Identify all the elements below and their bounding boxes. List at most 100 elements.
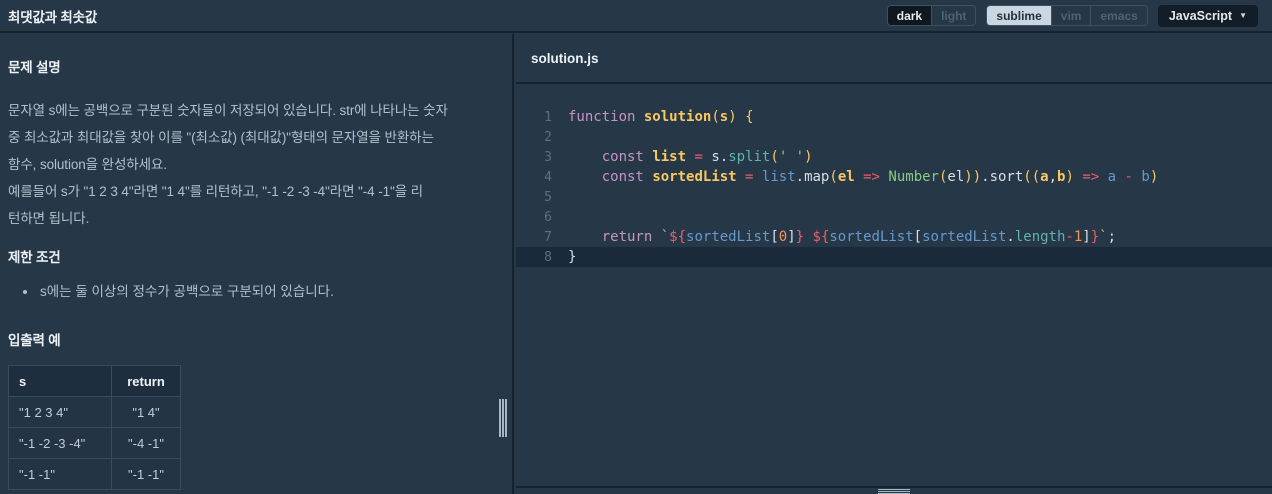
code-token: ) (1065, 169, 1074, 185)
splitter-bar (502, 399, 504, 437)
code-token: - (1124, 169, 1133, 185)
code-token: => (1082, 169, 1100, 185)
line-number: 1 (544, 110, 552, 125)
table-row: "1 2 3 4" "1 4" (8, 396, 181, 428)
code-token: split (728, 149, 771, 165)
table-cell: "-1 -1" (8, 458, 112, 490)
code-token: function (568, 109, 636, 125)
page-title: 최댓값과 최솟값 (8, 9, 98, 25)
section-title-io-examples: 입출력 예 (8, 333, 61, 348)
io-table-header-return: return (111, 365, 181, 397)
bottom-splitter-handle[interactable] (516, 486, 1272, 494)
editor-panel: solution.js 1 function solution(s) {2 3 co… (516, 34, 1272, 494)
language-dropdown-label: JavaScript (1168, 8, 1233, 23)
code-token: ] (1082, 229, 1091, 245)
code-line-7: 7 return `${sortedList[0]} ${sortedList[… (516, 227, 1272, 247)
constraints-list: s에는 둘 이상의 정수가 공백으로 구분되어 있습니다. (38, 282, 494, 302)
code-line-2: 2 (516, 127, 1272, 147)
theme-option-light[interactable]: light (932, 6, 975, 25)
code-token: ) (1149, 169, 1159, 185)
code-token: ${ (812, 229, 830, 245)
code-token: ] (787, 229, 796, 245)
code-editor[interactable]: 1 function solution(s) {2 3 const list = s… (516, 84, 1272, 486)
code-token: sortedList (922, 229, 1007, 245)
topbar-controls: dark light sublime vim emacs JavaScript ▼ (886, 4, 1258, 27)
code-token: => (863, 169, 880, 185)
code-token: } (1090, 229, 1100, 245)
section-title-description: 문제 설명 (8, 60, 61, 75)
splitter-bar (878, 489, 910, 490)
keymap-option-sublime[interactable]: sublime (987, 6, 1052, 25)
table-cell: "-1 -2 -3 -4" (8, 427, 112, 459)
code-line-6: 6 (516, 207, 1272, 227)
code-token: . (981, 169, 990, 185)
theme-option-dark[interactable]: dark (887, 6, 933, 25)
splitter-bar (505, 399, 507, 437)
problem-panel: 문제 설명 문자열 s에는 공백으로 구분된 숫자들이 저장되어 있습니다. s… (0, 34, 514, 494)
code-token: el (837, 169, 855, 185)
table-cell: "1 2 3 4" (8, 396, 112, 428)
code-token: ` (660, 229, 670, 245)
line-number: 7 (544, 230, 552, 245)
editor-header: solution.js (516, 34, 1272, 84)
splitter-bar (499, 399, 501, 437)
code-token: . (719, 149, 729, 165)
code-token: solution (643, 109, 712, 125)
code-token: b (1141, 169, 1150, 185)
code-token: const (601, 169, 644, 185)
code-line-1: 1 function solution(s) { (516, 107, 1272, 127)
code-token: sortedList (829, 229, 914, 245)
code-token: ; (1107, 229, 1117, 245)
line-number: 3 (544, 150, 552, 165)
code-token: } (568, 249, 577, 265)
code-token: 0 (778, 229, 788, 245)
line-number: 4 (544, 170, 552, 185)
keymap-option-emacs[interactable]: emacs (1091, 6, 1146, 25)
line-number: 2 (544, 130, 552, 145)
splitter-bar (878, 491, 910, 492)
code-token: list (652, 149, 687, 165)
code-token: ) (804, 149, 813, 165)
io-examples-table: s return "1 2 3 4" "1 4" "-1 -2 -3 -4" "-4 -… (8, 365, 181, 490)
code-token: ( (770, 149, 779, 165)
io-table-header-row: s return (8, 365, 181, 397)
code-token: )) (964, 169, 982, 185)
code-token: sortedList (652, 169, 737, 185)
code-line-8: 8} (516, 247, 1272, 267)
table-row: "-1 -2 -3 -4" "-4 -1" (8, 427, 181, 459)
line-number: 6 (544, 210, 552, 225)
code-token: sortedList (686, 229, 771, 245)
app-root: 최댓값과 최솟값 dark light sublime vim emacs JavaS… (0, 0, 1272, 494)
code-token: . (795, 169, 805, 185)
code-token: = (694, 149, 703, 165)
io-table-header-s: s (8, 365, 112, 397)
topbar: 최댓값과 최솟값 dark light sublime vim emacs JavaS… (0, 0, 1272, 33)
panel-splitter-handle[interactable] (499, 399, 510, 437)
table-cell: "1 4" (111, 396, 181, 428)
code-token: . (1006, 229, 1015, 245)
code-token: const (601, 149, 644, 165)
code-token: map (804, 169, 830, 185)
keymap-option-vim[interactable]: vim (1052, 6, 1092, 25)
code-token: ' ' (778, 149, 805, 165)
code-token: [ (770, 229, 779, 245)
code-token: Number (888, 169, 939, 185)
constraint-item: s에는 둘 이상의 정수가 공백으로 구분되어 있습니다. (38, 282, 494, 302)
code-token: a (1107, 169, 1117, 185)
section-title-constraints: 제한 조건 (8, 250, 61, 265)
language-dropdown[interactable]: JavaScript ▼ (1157, 4, 1258, 27)
table-cell: "-4 -1" (111, 427, 181, 459)
code-token: [ (913, 229, 923, 245)
code-token: - (1065, 229, 1074, 245)
code-token: (( (1023, 169, 1041, 185)
